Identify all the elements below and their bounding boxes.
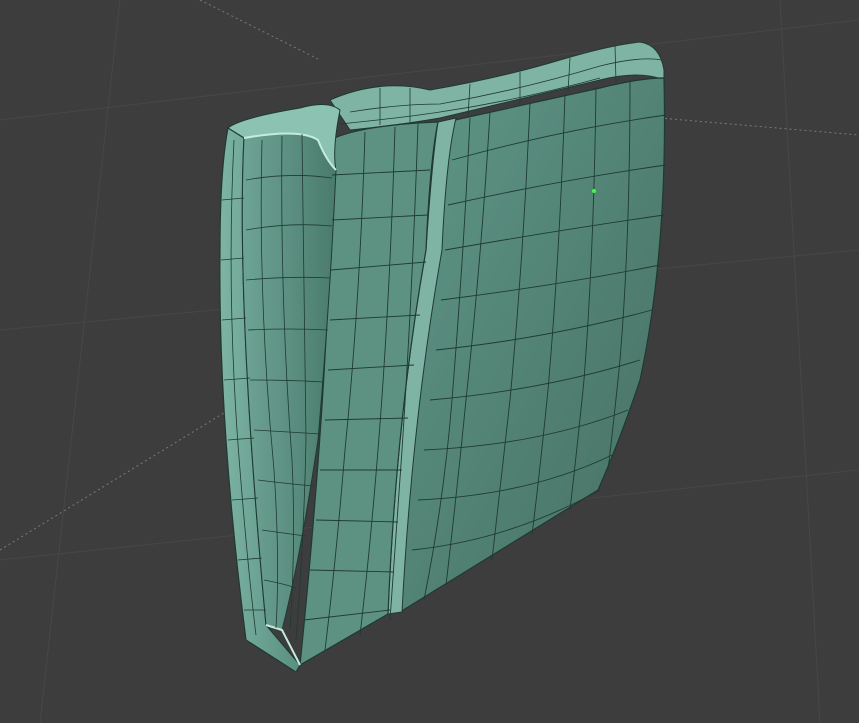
mesh-object[interactable] bbox=[219, 41, 667, 673]
viewport-canvas[interactable] bbox=[0, 0, 859, 723]
selected-vertex[interactable] bbox=[592, 189, 596, 193]
3d-viewport[interactable] bbox=[0, 0, 859, 723]
